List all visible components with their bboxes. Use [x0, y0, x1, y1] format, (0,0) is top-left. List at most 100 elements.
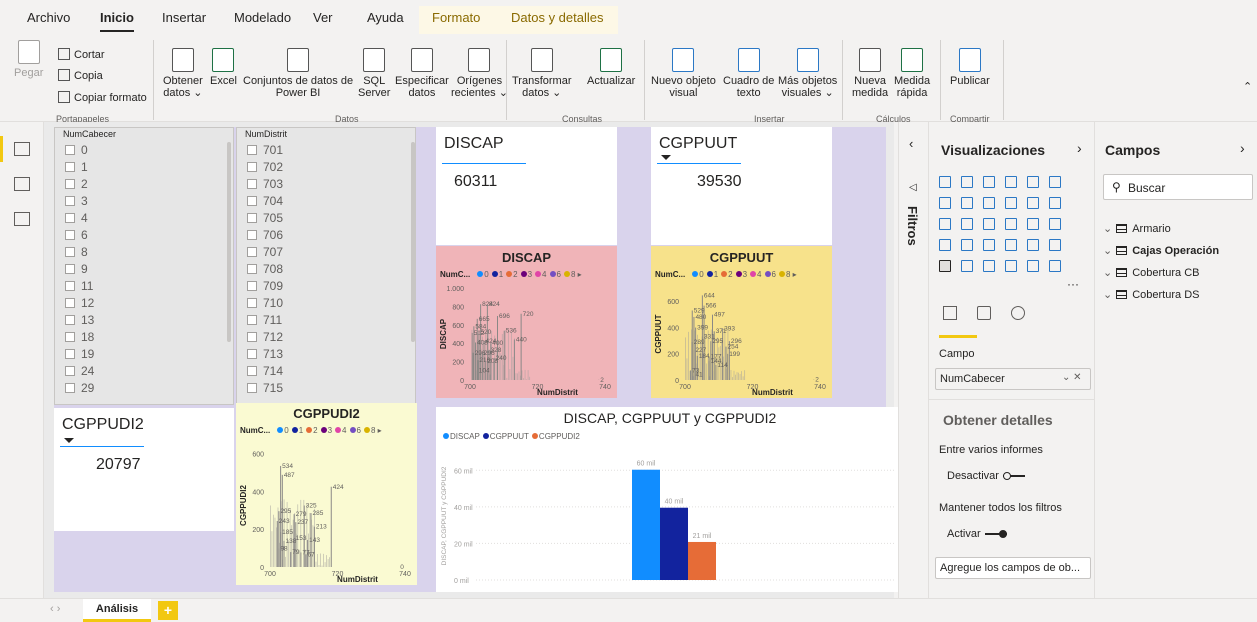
ribbon-icon[interactable]: [1049, 197, 1061, 209]
area-icon[interactable]: [961, 197, 973, 209]
tab-datos-detalles[interactable]: Datos y detalles: [511, 10, 604, 25]
bar-mark[interactable]: [285, 557, 286, 567]
map-icon[interactable]: [939, 239, 951, 251]
bar-mark[interactable]: [516, 373, 517, 380]
slicer-item[interactable]: 705: [247, 210, 283, 227]
slicer-item[interactable]: 2: [65, 176, 88, 193]
bar[interactable]: [693, 375, 694, 380]
card-cgppuut[interactable]: CGPPUUT 39530: [651, 127, 832, 245]
bar-mark[interactable]: [519, 372, 520, 380]
bar[interactable]: [277, 521, 278, 567]
checkbox[interactable]: [247, 349, 257, 359]
bar-mark[interactable]: [688, 332, 689, 380]
add-page-button[interactable]: +: [158, 601, 178, 620]
bar-mark[interactable]: [522, 370, 523, 380]
bar-mark[interactable]: [685, 337, 686, 380]
chevron-down-icon[interactable]: ⌄: [1103, 289, 1112, 301]
bar[interactable]: [331, 487, 332, 567]
field-table[interactable]: ⌄Cajas Operación: [1103, 244, 1219, 257]
bar-mark[interactable]: [509, 369, 510, 380]
stacked-area-icon[interactable]: [983, 197, 995, 209]
waterfall-icon[interactable]: [939, 218, 951, 230]
keep-filters-toggle[interactable]: Activar: [947, 528, 1007, 540]
bar-mark[interactable]: [323, 554, 324, 567]
quick-measure-button[interactable]: Medida rápida: [894, 48, 930, 99]
checkbox[interactable]: [247, 264, 257, 274]
chevron-down-icon[interactable]: ⌄: [1103, 223, 1112, 235]
stacked-column-icon[interactable]: [961, 176, 973, 188]
python-visual-icon[interactable]: [1027, 260, 1039, 272]
bar-mark[interactable]: [731, 370, 732, 380]
collapse-fields-icon[interactable]: ›: [1240, 140, 1245, 156]
bar[interactable]: [472, 333, 473, 380]
checkbox[interactable]: [247, 145, 257, 155]
checkbox[interactable]: [65, 196, 75, 206]
funnel-icon[interactable]: [961, 218, 973, 230]
checkbox[interactable]: [247, 179, 257, 189]
checkbox[interactable]: [65, 298, 75, 308]
new-measure-button[interactable]: Nueva medida: [852, 48, 888, 99]
line-icon[interactable]: [939, 197, 951, 209]
copy-format-button[interactable]: Copiar formato: [58, 91, 147, 104]
slicer-icon[interactable]: [939, 260, 951, 272]
bar-mark[interactable]: [517, 373, 518, 380]
enter-data-button[interactable]: Especificar datos: [395, 48, 449, 99]
bar[interactable]: [475, 342, 476, 380]
bar-mark[interactable]: [528, 370, 529, 380]
format-tab-icon[interactable]: [977, 306, 991, 320]
chart-combined[interactable]: DISCAP, CGPPUUT y CGPPUDI2DISCAPCGPPUUTC…: [436, 407, 904, 592]
checkbox[interactable]: [65, 247, 75, 257]
bar[interactable]: [489, 350, 490, 380]
slicer-numcabecer[interactable]: NumCabecer 0123468911121318192429: [54, 127, 234, 405]
card-cgppudi2[interactable]: CGPPUDI2 20797: [54, 408, 234, 531]
bar-mark[interactable]: [325, 562, 326, 567]
tab-archivo[interactable]: Archivo: [27, 10, 70, 25]
bar-mark[interactable]: [319, 565, 320, 567]
card-discap[interactable]: DISCAP 60311: [436, 127, 617, 245]
bar-mark[interactable]: [737, 372, 738, 380]
fields-tab-icon[interactable]: [943, 306, 957, 320]
transform-data-button[interactable]: Transformar datos ⌄: [512, 48, 572, 99]
slicer-item[interactable]: 704: [247, 193, 283, 210]
get-data-button[interactable]: Obtener datos ⌄: [163, 48, 203, 99]
bar-mark[interactable]: [687, 358, 688, 380]
field-table[interactable]: ⌄Armario: [1103, 222, 1171, 235]
bar-mark[interactable]: [272, 531, 273, 567]
slicer-item[interactable]: 708: [247, 261, 283, 278]
checkbox[interactable]: [65, 349, 75, 359]
matrix-icon[interactable]: [983, 260, 995, 272]
slicer-item[interactable]: 13: [65, 312, 94, 329]
bar[interactable]: [494, 358, 495, 380]
bar-mark[interactable]: [732, 377, 733, 380]
bar-mark[interactable]: [326, 555, 327, 567]
bar-mark[interactable]: [513, 357, 514, 380]
bar-mark[interactable]: [322, 566, 323, 567]
bar[interactable]: [477, 370, 478, 380]
more-visuals-button[interactable]: Más objetos visuales ⌄: [778, 48, 837, 99]
powerbi-datasets-button[interactable]: Conjuntos de datos de Power BI: [243, 48, 353, 99]
bar[interactable]: [709, 361, 710, 380]
bar-mark[interactable]: [317, 554, 318, 567]
tab-insertar[interactable]: Insertar: [162, 10, 206, 25]
checkbox[interactable]: [247, 213, 257, 223]
bar-mark[interactable]: [738, 373, 739, 380]
more-visuals-ellipsis[interactable]: ···: [1067, 277, 1079, 291]
new-visual-button[interactable]: Nuevo objeto visual: [651, 48, 716, 99]
tab-modelado[interactable]: Modelado: [234, 10, 291, 25]
bar[interactable]: [690, 370, 691, 380]
checkbox[interactable]: [65, 264, 75, 274]
collapse-viz-icon[interactable]: ›: [1077, 140, 1082, 156]
model-view-icon[interactable]: [14, 212, 30, 226]
r-visual-icon[interactable]: [1005, 260, 1017, 272]
drillthrough-field-well[interactable]: Agregue los campos de ob...: [935, 557, 1091, 579]
bar[interactable]: [521, 314, 522, 380]
bar-mark[interactable]: [506, 378, 507, 380]
excel-button[interactable]: Excel: [210, 48, 237, 87]
bar-mark[interactable]: [724, 333, 725, 380]
bar[interactable]: [314, 527, 315, 567]
slicer-item[interactable]: 706: [247, 227, 283, 244]
checkbox[interactable]: [65, 179, 75, 189]
bar-mark[interactable]: [313, 525, 314, 567]
card-icon[interactable]: [1027, 239, 1039, 251]
shape-map-icon[interactable]: [983, 239, 995, 251]
